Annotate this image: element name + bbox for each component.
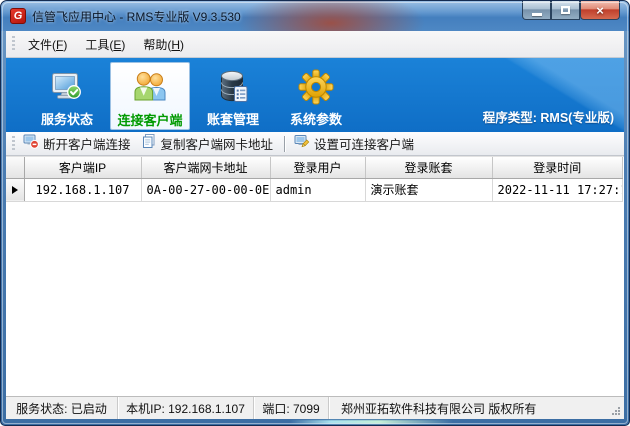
col-header-client-ip[interactable]: 客户端IP	[24, 157, 141, 178]
col-header-login-account[interactable]: 登录账套	[365, 157, 492, 178]
monitor-check-icon	[47, 67, 87, 107]
edit-clients-icon	[294, 133, 310, 154]
status-local-ip: 本机IP: 192.168.1.107	[118, 397, 254, 419]
table-header-row: 客户端IP 客户端网卡地址 登录用户 登录账套 登录时间	[6, 157, 623, 178]
maximize-icon	[561, 6, 570, 14]
cell-login-account[interactable]: 演示账套	[365, 178, 492, 201]
tab-system-parameters[interactable]: 系统参数	[276, 62, 356, 130]
database-icon	[213, 67, 253, 107]
cell-client-ip[interactable]: 192.168.1.107	[24, 178, 141, 201]
tab-label: 连接客户端	[117, 110, 182, 129]
tab-label: 系统参数	[290, 109, 342, 128]
client-area: 文件(F) 工具(E) 帮助(H)	[6, 31, 624, 419]
cell-mac[interactable]: 0A-00-27-00-00-0E	[141, 178, 270, 201]
menu-help[interactable]: 帮助(H)	[134, 32, 193, 57]
status-copyright: 郑州亚拓软件科技有限公司 版权所有	[329, 397, 624, 419]
close-icon: ×	[596, 3, 604, 18]
status-bar: 服务状态: 已启动 本机IP: 192.168.1.107 端口: 7099 郑…	[6, 396, 624, 419]
tab-label: 服务状态	[41, 109, 93, 128]
clients-table: 客户端IP 客户端网卡地址 登录用户 登录账套 登录时间 192.168.1.1…	[6, 157, 623, 202]
action-label: 断开客户端连接	[43, 134, 131, 153]
tab-connect-clients[interactable]: 连接客户端	[110, 62, 190, 130]
maximize-button[interactable]	[551, 1, 580, 20]
status-service: 服务状态: 已启动	[6, 397, 118, 419]
tab-label: 账套管理	[207, 109, 259, 128]
col-header-login-time[interactable]: 登录时间	[492, 157, 623, 178]
app-icon[interactable]: G	[10, 8, 26, 24]
gear-icon	[296, 67, 336, 107]
col-header-login-user[interactable]: 登录用户	[270, 157, 365, 178]
users-icon	[130, 68, 170, 108]
disconnect-client-icon	[23, 133, 39, 154]
window-title: 信管飞应用中心 - RMS专业版 V9.3.530	[32, 8, 241, 25]
row-selector-icon	[12, 186, 18, 194]
menu-tools[interactable]: 工具(E)	[76, 32, 134, 57]
minimize-icon	[532, 13, 542, 16]
cell-login-user[interactable]: admin	[270, 178, 365, 201]
action-label: 设置可连接客户端	[314, 134, 414, 153]
copy-mac-button[interactable]: 复制客户端网卡地址	[137, 131, 280, 156]
tab-service-status[interactable]: 服务状态	[27, 62, 107, 130]
toolbar-gripper	[12, 36, 15, 52]
program-type-label: 程序类型: RMS(专业版)	[483, 107, 614, 126]
menu-file[interactable]: 文件(F)	[19, 32, 76, 57]
status-port: 端口: 7099	[254, 397, 329, 419]
title-bar[interactable]: G 信管飞应用中心 - RMS专业版 V9.3.530 ×	[1, 1, 629, 31]
bottom-frame-glow	[290, 420, 453, 424]
set-connectable-clients-button[interactable]: 设置可连接客户端	[290, 131, 420, 156]
main-toolbar: 服务状态	[6, 58, 624, 132]
client-grid: 客户端IP 客户端网卡地址 登录用户 登录账套 登录时间 192.168.1.1…	[6, 156, 624, 396]
action-label: 复制客户端网卡地址	[161, 134, 274, 153]
disconnect-client-button[interactable]: 断开客户端连接	[19, 131, 137, 156]
selector-column-header	[6, 157, 24, 178]
table-row[interactable]: 192.168.1.107 0A-00-27-00-00-0E admin 演示…	[6, 178, 623, 201]
copy-mac-icon	[141, 133, 157, 154]
tab-account-management[interactable]: 账套管理	[193, 62, 273, 130]
toolbar-gripper	[12, 136, 15, 152]
close-button[interactable]: ×	[580, 1, 620, 20]
app-window: G 信管飞应用中心 - RMS专业版 V9.3.530 × 文件(F) 工具(E…	[0, 0, 630, 426]
window-controls: ×	[522, 1, 620, 20]
col-header-mac[interactable]: 客户端网卡地址	[141, 157, 270, 178]
minimize-button[interactable]	[522, 1, 551, 20]
row-selector-cell[interactable]	[6, 178, 24, 201]
toolbar-separator	[284, 136, 285, 152]
action-toolbar: 断开客户端连接 复制客户端网卡地址	[6, 132, 624, 156]
cell-login-time[interactable]: 2022-11-11 17:27:13	[492, 178, 623, 201]
resize-grip-icon[interactable]	[612, 407, 622, 417]
menu-bar: 文件(F) 工具(E) 帮助(H)	[6, 31, 624, 58]
